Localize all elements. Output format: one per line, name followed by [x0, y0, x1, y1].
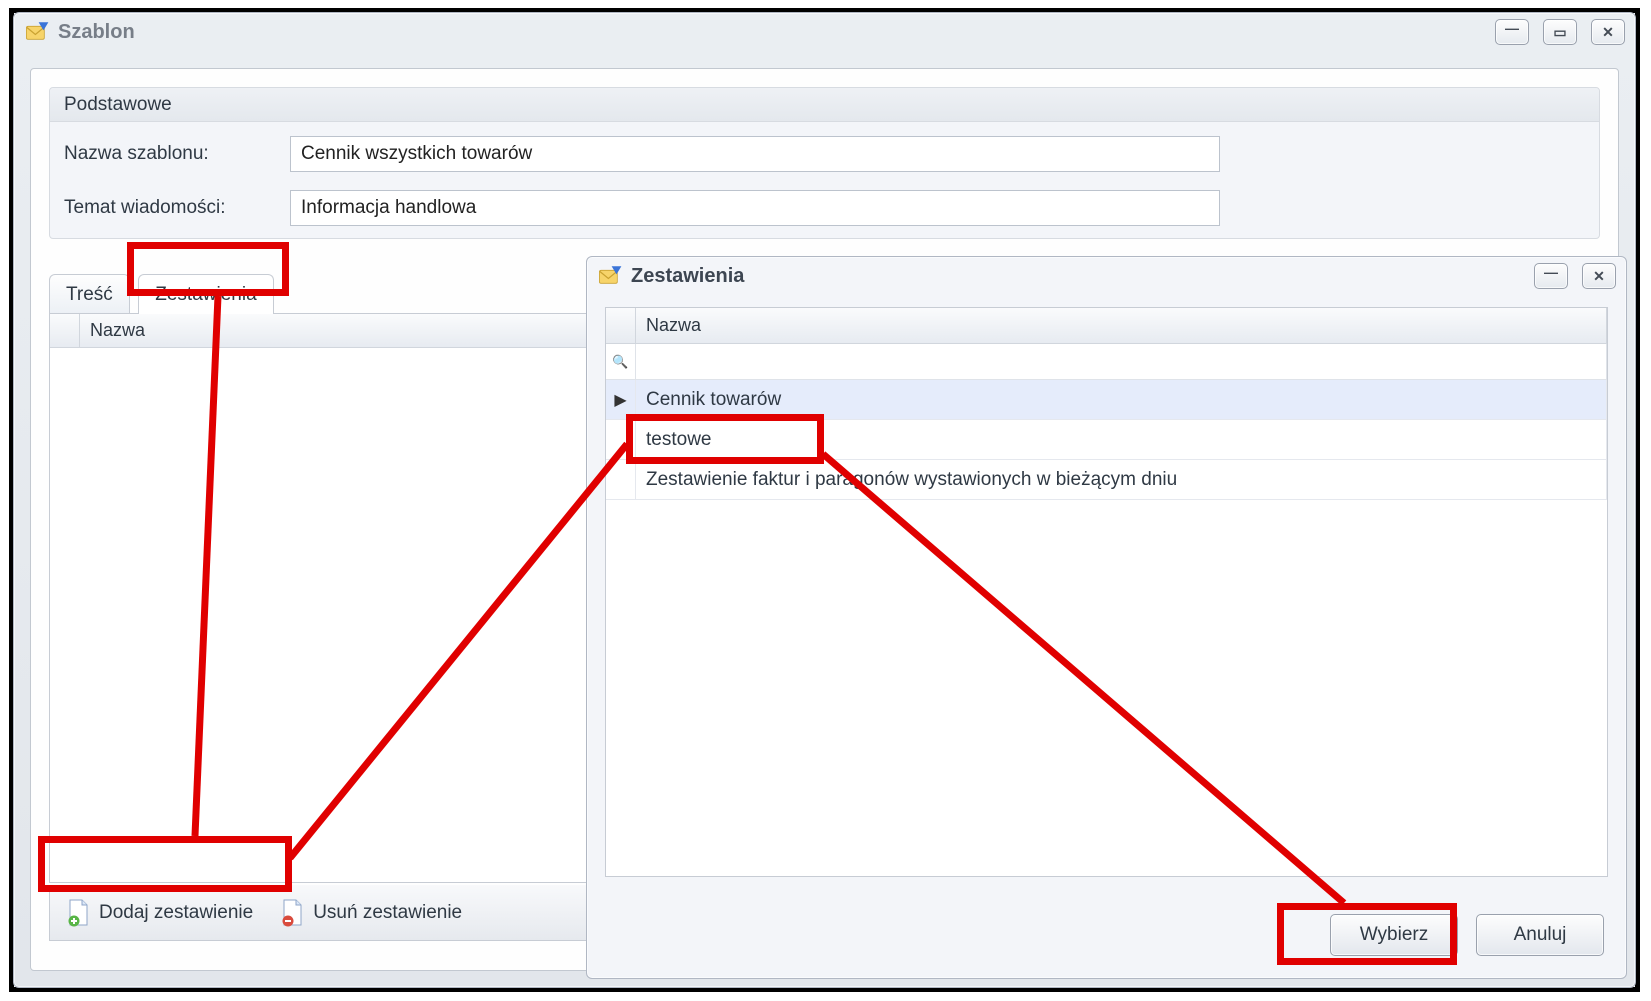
row-indicator-icon [606, 420, 636, 459]
dialog-titlebar[interactable]: Zestawienia — ✕ [587, 257, 1626, 299]
dialog-title: Zestawienia [631, 265, 1520, 288]
remove-report-label: Usuń zestawienie [313, 902, 462, 924]
dialog-minimize-button[interactable]: — [1534, 263, 1568, 289]
row-indicator-icon [606, 460, 636, 499]
select-button[interactable]: Wybierz [1330, 914, 1458, 956]
basic-fieldset: Podstawowe Nazwa szablonu: Temat wiadomo… [49, 87, 1600, 239]
app-icon [24, 19, 50, 45]
list-item[interactable]: ▶ Cennik towarów [606, 380, 1607, 420]
reports-dialog: Zestawienia — ✕ Nazwa 🔍 ▶ Cennik towarów… [586, 256, 1627, 979]
cancel-button[interactable]: Anuluj [1476, 914, 1604, 956]
row-name: testowe [636, 420, 1607, 459]
template-name-label: Nazwa szablonu: [64, 143, 282, 165]
close-button[interactable]: ✕ [1591, 19, 1625, 45]
document-add-icon [67, 899, 91, 927]
row-name: Zestawienie faktur i paragonów wystawion… [636, 460, 1607, 499]
add-report-button[interactable]: Dodaj zestawienie [56, 893, 264, 933]
tabs: Treść Zestawienia [49, 269, 599, 314]
row-indicator-icon: ▶ [606, 380, 636, 419]
dialog-filter-row[interactable]: 🔍 [606, 344, 1607, 380]
tab-reports[interactable]: Zestawienia [138, 274, 273, 314]
document-remove-icon [281, 899, 305, 927]
dialog-grid[interactable]: Nazwa 🔍 ▶ Cennik towarów testowe Zestawi… [605, 307, 1608, 877]
minimize-button[interactable]: — [1495, 19, 1529, 45]
add-report-label: Dodaj zestawienie [99, 902, 253, 924]
dialog-close-button[interactable]: ✕ [1582, 263, 1616, 289]
dialog-grid-column-name[interactable]: Nazwa [636, 308, 1607, 343]
list-item[interactable]: testowe [606, 420, 1607, 460]
app-icon [597, 263, 623, 289]
template-name-input[interactable] [290, 136, 1220, 172]
filter-name-input[interactable] [636, 344, 1607, 379]
list-item[interactable]: Zestawienie faktur i paragonów wystawion… [606, 460, 1607, 500]
grid-body[interactable] [50, 348, 598, 882]
subject-label: Temat wiadomości: [64, 197, 282, 219]
fieldset-legend: Podstawowe [50, 88, 1599, 122]
tab-content[interactable]: Treść [49, 274, 130, 314]
window-title: Szablon [58, 21, 1481, 44]
grid-indicator-header [50, 314, 80, 347]
grid-toolbar: Dodaj zestawienie Usuń zestawienie [49, 885, 599, 941]
maximize-button[interactable]: ▭ [1543, 19, 1577, 45]
dialog-grid-indicator-header [606, 308, 636, 343]
grid-column-name[interactable]: Nazwa [80, 314, 598, 347]
reports-grid[interactable]: Nazwa [49, 313, 599, 883]
titlebar[interactable]: Szablon — ▭ ✕ [14, 13, 1635, 55]
filter-key-icon: 🔍 [606, 344, 636, 379]
row-name: Cennik towarów [636, 380, 1607, 419]
dialog-footer: Wybierz Anuluj [1330, 914, 1604, 956]
subject-input[interactable] [290, 190, 1220, 226]
remove-report-button[interactable]: Usuń zestawienie [270, 893, 473, 933]
